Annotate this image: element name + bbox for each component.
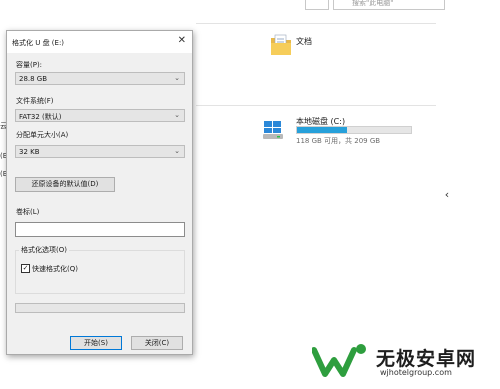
close-icon[interactable]: ✕ [178,35,186,46]
dialog-titlebar: 格式化 U 盘 (E:) ✕ [7,31,192,53]
volume-label-label: 卷标(L) [16,208,40,216]
allocation-select[interactable]: 32 KB ⌄ [15,145,185,158]
checkmark-icon: ✓ [22,264,29,272]
format-progress-bar [15,303,185,313]
allocation-value: 32 KB [19,148,40,156]
document-folder-icon[interactable] [270,33,292,57]
search-input[interactable]: 搜索"此电脑" [333,0,445,10]
quick-format-label[interactable]: 快速格式化(Q) [32,264,78,274]
capacity-label: 容量(P): [16,61,43,69]
search-placeholder: 搜索"此电脑" [352,0,394,7]
section-divider [196,23,436,24]
chevron-down-icon: ⌄ [174,111,180,119]
capacity-value: 28.8 GB [19,75,48,83]
format-options-label: 格式化选项(O) [19,245,69,255]
dialog-title: 格式化 U 盘 (E:) [12,39,65,47]
watermark-url: wjhotelgroup.com [380,368,452,377]
drive-usage-bar [296,126,412,134]
filesystem-select[interactable]: FAT32 (默认) ⌄ [15,109,185,122]
filesystem-label: 文件系统(F) [16,97,54,105]
drive-usage-text: 118 GB 可用，共 209 GB [296,137,381,145]
section-divider [196,105,436,106]
format-dialog: 格式化 U 盘 (E:) ✕ 容量(P): 28.8 GB ⌄ 文件系统(F) … [6,30,193,355]
chevron-down-icon: ⌄ [174,147,180,155]
hard-drive-icon[interactable] [262,119,284,141]
chevron-down-icon: ⌄ [174,74,180,82]
chevron-left-icon[interactable]: ‹ [439,185,455,205]
allocation-label: 分配单元大小(A) [16,131,69,139]
watermark-title: 无极安卓网 [376,348,477,370]
capacity-select[interactable]: 28.8 GB ⌄ [15,72,185,85]
restore-defaults-button[interactable]: 还原设备的默认值(D) [15,177,115,192]
quick-format-checkbox[interactable]: ✓ [21,264,30,273]
folder-label-documents[interactable]: 文档 [296,36,312,47]
drive-usage-fill [297,127,348,133]
refresh-button[interactable] [305,0,329,10]
watermark-logo-icon [312,344,366,377]
close-button[interactable]: 关闭(C) [131,336,183,350]
filesystem-value: FAT32 (默认) [19,113,62,121]
start-button[interactable]: 开始(S) [70,336,122,350]
volume-label-input[interactable] [15,222,185,237]
